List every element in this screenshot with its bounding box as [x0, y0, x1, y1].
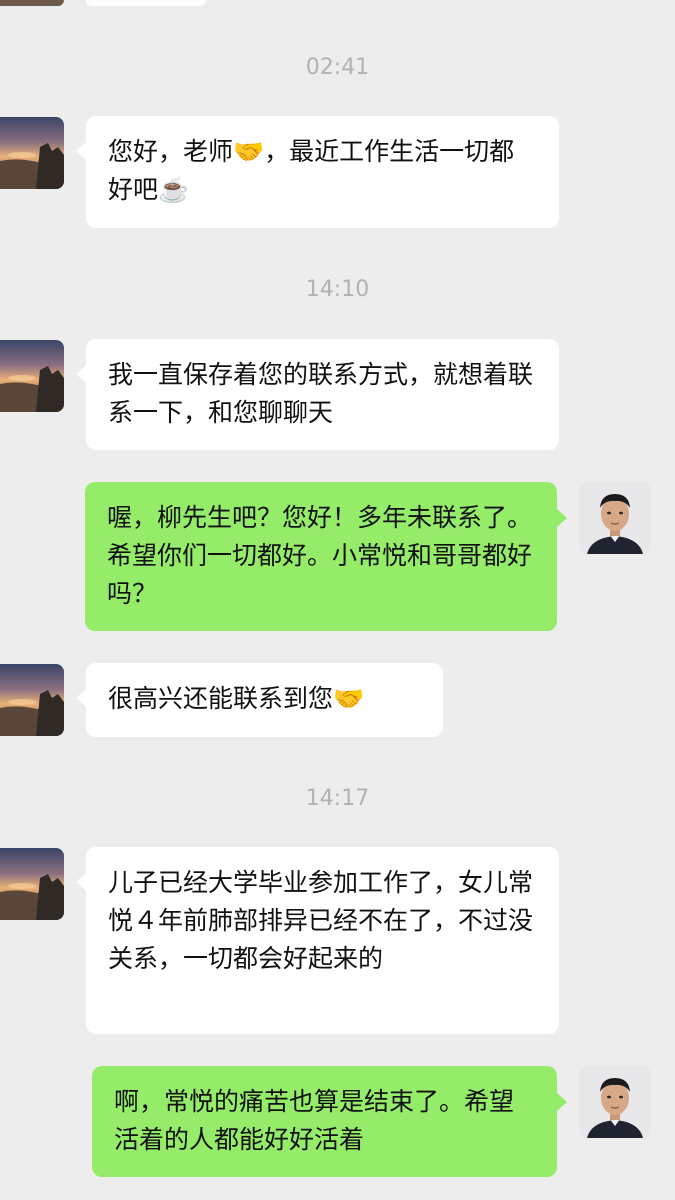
message-timestamp: 14:17 [305, 786, 370, 811]
man-portrait-avatar-icon [579, 482, 651, 554]
incoming-message-bubble[interactable]: 您好，老师🤝，最近工作生活一切都好吧☕️ [86, 116, 559, 228]
message-text: 啊，常悦的痛苦也算是结束了。希望活着的人都能好好活着 [114, 1087, 515, 1154]
sunset-landscape-avatar-icon [0, 848, 64, 920]
message-text: 儿子已经大学毕业参加工作了，女儿常悦４年前肺部排异已经不在了，不过没关系，一切都… [108, 868, 534, 973]
outgoing-message-bubble[interactable]: 喔，柳先生吧？您好！多年未联系了。希望你们一切都好。小常悦和哥哥都好吗？ [85, 482, 557, 631]
sunset-landscape-avatar-icon [0, 340, 64, 412]
incoming-message-bubble[interactable]: 我一直保存着您的联系方式，就想着联系一下，和您聊聊天 [86, 339, 559, 450]
message-text: 喔，柳先生吧？您好！多年未联系了。希望你们一切都好。小常悦和哥哥都好吗？ [107, 503, 533, 608]
previous-message-bubble[interactable] [86, 0, 206, 6]
man-portrait-avatar-icon [579, 1066, 651, 1138]
message-timestamp: 02:41 [305, 55, 370, 80]
sunset-landscape-avatar-icon [0, 117, 64, 189]
message-text: 您好，老师🤝，最近工作生活一切都好吧☕️ [108, 137, 515, 204]
self-avatar[interactable] [579, 1066, 651, 1138]
bubble-tail [76, 873, 86, 891]
bubble-tail [76, 142, 86, 160]
self-avatar[interactable] [579, 482, 651, 554]
sunset-landscape-avatar-icon [0, 664, 64, 736]
outgoing-message-bubble[interactable]: 啊，常悦的痛苦也算是结束了。希望活着的人都能好好活着 [92, 1066, 557, 1177]
message-text: 我一直保存着您的联系方式，就想着联系一下，和您聊聊天 [108, 360, 534, 427]
bubble-tail [76, 689, 86, 707]
contact-avatar[interactable] [0, 117, 64, 189]
bubble-tail [557, 509, 567, 527]
contact-avatar[interactable] [0, 340, 64, 412]
contact-avatar[interactable] [0, 664, 64, 736]
contact-avatar[interactable] [0, 848, 64, 920]
chat-message-list[interactable]: 02:41 您好，老师🤝，最近工作生活一切都好吧☕️ 14:10 我一直保存着您… [0, 0, 675, 1200]
bubble-tail [76, 365, 86, 383]
incoming-message-bubble[interactable]: 很高兴还能联系到您🤝 [86, 663, 443, 737]
bubble-tail [557, 1093, 567, 1111]
message-timestamp: 14:10 [305, 277, 370, 302]
message-text: 很高兴还能联系到您🤝 [108, 684, 365, 713]
incoming-message-bubble[interactable]: 儿子已经大学毕业参加工作了，女儿常悦４年前肺部排异已经不在了，不过没关系，一切都… [86, 847, 559, 1034]
previous-contact-avatar[interactable] [0, 0, 64, 6]
